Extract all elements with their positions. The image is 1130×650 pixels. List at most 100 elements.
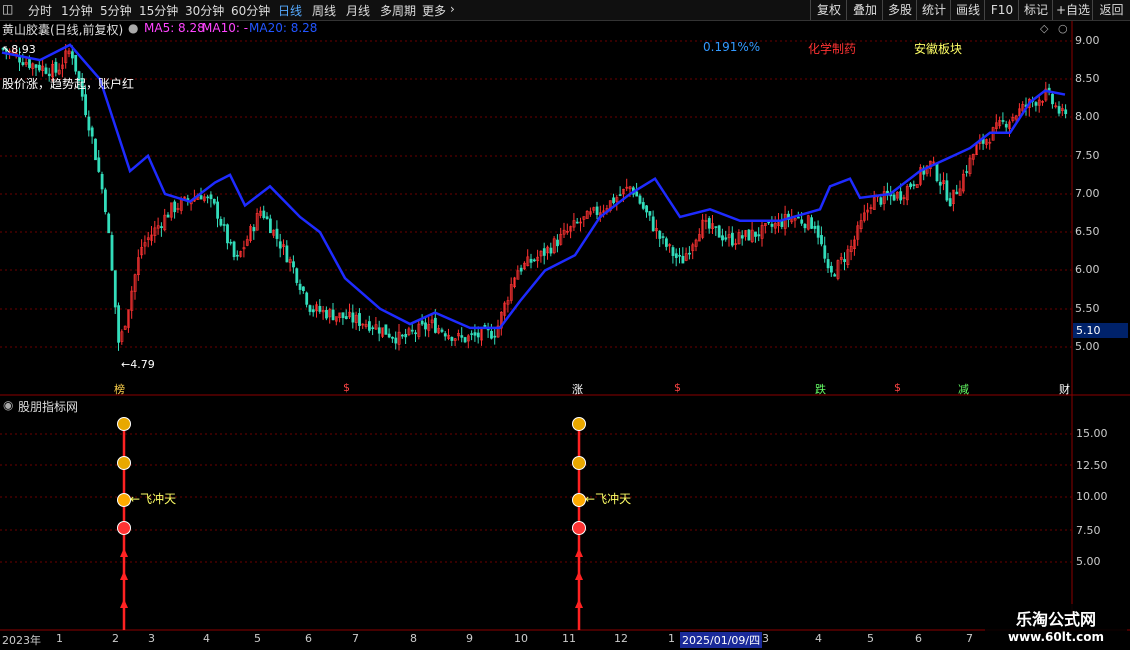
marker[interactable]: 涨 — [572, 381, 583, 397]
x-tick: 11 — [562, 632, 576, 645]
sector-label-2[interactable]: 安徽板块 — [914, 40, 962, 57]
candle-body — [74, 54, 78, 72]
candle-body — [648, 211, 652, 216]
candle-body — [110, 235, 114, 271]
candle-body — [44, 67, 48, 74]
candle-body — [100, 174, 104, 190]
candle-body — [54, 61, 58, 73]
marker[interactable]: $ — [894, 381, 901, 394]
candle-body — [879, 197, 883, 205]
candle-body — [173, 201, 177, 213]
diamond-icon[interactable]: ◇ — [1040, 22, 1048, 35]
candle-body — [219, 218, 223, 226]
candle-body — [21, 62, 25, 65]
circle-icon[interactable]: ○ — [1058, 22, 1068, 35]
candle-body — [796, 216, 800, 219]
marker[interactable]: 减 — [958, 381, 969, 397]
candle-body — [800, 219, 804, 224]
candle-body — [107, 213, 111, 234]
arrow-up-icon — [575, 571, 583, 580]
signal-coin-icon — [117, 456, 131, 470]
signal-coin-icon — [117, 521, 131, 535]
candle-body — [285, 245, 289, 263]
candle-body — [664, 238, 668, 247]
candle-body — [1051, 93, 1054, 105]
percent-label: 0.191%% — [703, 40, 761, 54]
candle-body — [199, 195, 203, 200]
candle-body — [717, 225, 721, 238]
candle-body — [1034, 102, 1038, 106]
candle-body — [532, 259, 536, 262]
x-tick: 6 — [305, 632, 312, 645]
candle-body — [84, 94, 88, 116]
candle-body — [843, 259, 847, 262]
candle-body — [232, 241, 236, 258]
candle-body — [1064, 109, 1068, 115]
candle-body — [252, 227, 256, 232]
signal-label: ←飞冲天 — [130, 492, 177, 506]
sector-label-1[interactable]: 化学制药 — [808, 40, 856, 57]
marker[interactable]: 跌 — [815, 381, 826, 397]
candle-body — [529, 258, 533, 263]
candle-body — [674, 253, 678, 258]
candle-body — [216, 201, 220, 219]
candle-body — [311, 309, 315, 313]
candle-body — [433, 317, 437, 333]
candle-body — [463, 337, 467, 343]
candle-body — [414, 332, 418, 335]
candle-body — [724, 237, 728, 240]
candle-body — [295, 268, 299, 283]
candle-body — [34, 64, 38, 68]
y-tick: 6.00 — [1075, 263, 1100, 276]
comment-text: 股价涨，趋势起，账户红 — [2, 77, 135, 91]
candle-body — [1004, 123, 1008, 128]
candle-body — [909, 183, 913, 188]
candle-body — [308, 305, 312, 312]
candle-body — [265, 216, 269, 220]
collapse-icon[interactable]: ◉ — [3, 398, 13, 412]
y-tick: 5.50 — [1075, 302, 1100, 315]
y-tick: 7.00 — [1075, 187, 1100, 200]
y-tick: 7.50 — [1076, 524, 1101, 537]
x-tick: 6 — [915, 632, 922, 645]
current-price-tag: 5.10 — [1073, 323, 1128, 338]
candle-body — [740, 235, 744, 239]
x-tick: 4 — [815, 632, 822, 645]
chart-canvas[interactable] — [0, 0, 1130, 650]
candle-body — [37, 64, 41, 71]
marker[interactable]: 榜 — [114, 381, 125, 397]
candle-body — [493, 335, 497, 338]
candle-body — [816, 225, 820, 238]
y-tick: 7.50 — [1075, 149, 1100, 162]
candle-body — [618, 194, 622, 196]
x-tick: 2023年 — [2, 634, 41, 647]
candle-body — [97, 157, 101, 172]
candle-body — [575, 221, 579, 224]
signal-coin-icon — [572, 493, 586, 507]
candle-body — [767, 221, 771, 224]
marker[interactable]: $ — [674, 381, 681, 394]
candle-body — [490, 330, 493, 339]
candle-body — [331, 309, 335, 321]
candle-body — [542, 248, 546, 256]
candle-body — [912, 184, 916, 187]
candle-body — [450, 336, 454, 341]
sub-indicator-title[interactable]: 股朋指标网 — [18, 398, 78, 415]
candle-body — [730, 232, 734, 246]
x-tick: 9 — [466, 632, 473, 645]
candle-body — [899, 191, 903, 201]
signal-columns — [117, 417, 586, 630]
candle-body — [358, 313, 361, 326]
marker[interactable]: $ — [343, 381, 350, 394]
grid — [0, 40, 1072, 563]
candle-body — [394, 337, 398, 344]
candle-body — [826, 259, 830, 269]
signal-label: ←飞冲天 — [585, 492, 632, 506]
candle-body — [160, 226, 163, 229]
marker[interactable]: 财 — [1059, 381, 1070, 397]
candle-body — [1001, 120, 1005, 122]
candle-body — [1057, 106, 1061, 114]
candle-body — [754, 231, 757, 237]
candle-body — [635, 191, 639, 197]
x-tick: 1 — [56, 632, 63, 645]
